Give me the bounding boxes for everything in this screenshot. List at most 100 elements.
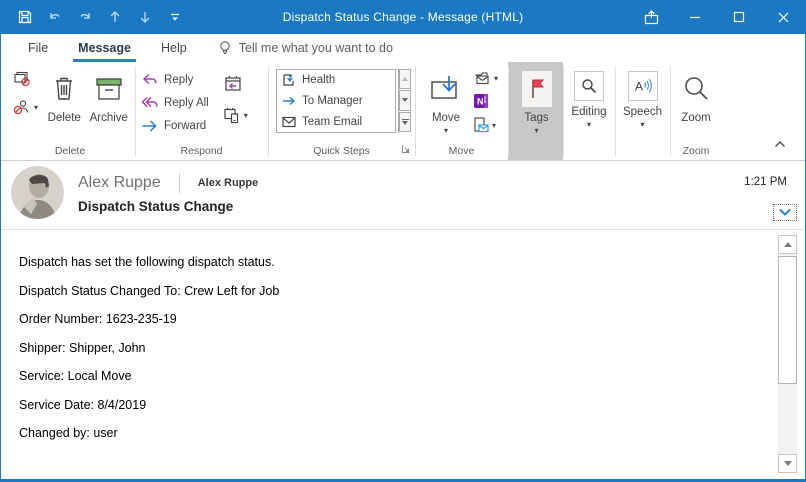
delete-button[interactable]: Delete: [42, 67, 86, 142]
speech-button[interactable]: A Speech ▾: [619, 67, 666, 142]
ribbon: ▾ Delete Archive Delete: [1, 62, 805, 161]
read-aloud-icon: A: [633, 77, 653, 95]
editing-dropdown-caret: ▾: [587, 121, 591, 129]
expand-header-button[interactable]: [773, 204, 797, 221]
body-line: Dispatch Status Changed To: Crew Left fo…: [19, 285, 765, 298]
ribbon-group-zoom: Zoom Zoom: [670, 62, 722, 160]
next-item-icon[interactable]: [133, 5, 157, 29]
more-respond-actions-icon[interactable]: ▾: [223, 107, 248, 124]
quick-step-team-email[interactable]: Team Email: [277, 111, 395, 132]
maximize-icon[interactable]: [717, 0, 761, 34]
zoom-button[interactable]: Zoom: [674, 67, 718, 142]
svg-text:A: A: [635, 80, 643, 94]
body-line: Dispatch has set the following dispatch …: [19, 256, 765, 269]
tags-button[interactable]: Tags ▾: [515, 67, 559, 142]
quick-steps-more-button[interactable]: [399, 112, 411, 132]
lightbulb-icon: [218, 40, 232, 56]
tab-help[interactable]: Help: [146, 34, 202, 62]
quick-steps-dialog-launcher-icon[interactable]: [401, 144, 411, 157]
tab-message[interactable]: Message: [63, 34, 146, 62]
speech-group-label: [615, 142, 670, 160]
redo-icon[interactable]: [73, 5, 97, 29]
ribbon-group-delete: ▾ Delete Archive Delete: [5, 62, 135, 160]
reply-button[interactable]: Reply: [141, 71, 209, 89]
rules-icon[interactable]: ▾: [473, 71, 498, 85]
reply-all-icon: [141, 96, 158, 110]
rules-caret: ▾: [494, 74, 498, 83]
move-button-label: Move: [432, 112, 460, 125]
meeting-icon[interactable]: [223, 75, 248, 93]
tell-me-box[interactable]: Tell me what you want to do: [218, 34, 393, 62]
editing-find-icon: [580, 77, 598, 95]
more-respond-caret: ▾: [244, 111, 248, 120]
sender-name-small[interactable]: Alex Ruppe: [198, 177, 259, 189]
quick-step-to-manager[interactable]: To Manager: [277, 91, 395, 112]
forward-label: Forward: [164, 120, 206, 132]
respond-group-label: Respond: [135, 142, 268, 160]
collapse-ribbon-icon[interactable]: [773, 136, 787, 154]
ribbon-group-tags: Tags ▾: [508, 62, 563, 160]
quick-steps-scroll: [398, 69, 411, 133]
popout-icon[interactable]: [629, 0, 673, 34]
message-actions-icon[interactable]: ▾: [473, 117, 498, 133]
move-group-label: Move: [415, 142, 508, 160]
scroll-up-button[interactable]: [778, 235, 797, 254]
body-line: Service: Local Move: [19, 370, 765, 383]
ribbon-group-editing: Editing ▾: [563, 62, 615, 160]
move-button[interactable]: Move ▾: [421, 67, 471, 142]
previous-item-icon[interactable]: [103, 5, 127, 29]
archive-button-label: Archive: [90, 112, 128, 125]
ignore-icon[interactable]: [13, 71, 38, 87]
svg-text:N: N: [477, 97, 484, 107]
junk-dropdown-caret: ▾: [34, 103, 38, 112]
save-icon[interactable]: [13, 5, 37, 29]
onenote-icon[interactable]: N ▾: [473, 93, 498, 109]
ribbon-tab-row: File Message Help Tell me what you want …: [1, 34, 805, 62]
archive-icon: [94, 71, 124, 107]
junk-icon[interactable]: ▾: [13, 99, 38, 115]
tab-file[interactable]: File: [13, 34, 63, 62]
scroll-down-button[interactable]: [778, 454, 797, 473]
minimize-icon[interactable]: [673, 0, 717, 34]
forward-button[interactable]: Forward: [141, 117, 209, 135]
move-to-folder-icon: [282, 73, 296, 87]
scrollbar-track[interactable]: [778, 384, 797, 454]
actions-caret: ▾: [492, 121, 496, 130]
editing-button[interactable]: Editing ▾: [567, 67, 611, 142]
email-icon: [282, 116, 296, 128]
speech-dropdown-caret: ▾: [640, 121, 644, 129]
customize-qat-icon[interactable]: [163, 5, 187, 29]
body-line: Service Date: 8/4/2019: [19, 399, 765, 412]
quick-steps-scroll-up[interactable]: [399, 69, 411, 89]
message-time: 1:21 PM: [744, 176, 787, 188]
archive-button[interactable]: Archive: [87, 67, 131, 142]
quick-steps-label-text: Quick Steps: [313, 145, 370, 157]
close-icon[interactable]: [761, 0, 805, 34]
tags-group-label: [508, 142, 563, 160]
quick-step-health[interactable]: Health: [277, 70, 395, 91]
sender-avatar[interactable]: [11, 166, 64, 219]
editing-group-label: [563, 142, 615, 160]
zoom-group-label: Zoom: [670, 142, 722, 160]
vertical-scrollbar[interactable]: [778, 235, 797, 473]
quick-steps-scroll-down[interactable]: [399, 90, 411, 110]
message-body: Dispatch has set the following dispatch …: [1, 230, 805, 479]
move-icon: [429, 71, 463, 107]
scrollbar-thumb[interactable]: [778, 256, 797, 384]
quick-step-label: Health: [302, 74, 335, 86]
zoom-icon: [681, 74, 711, 104]
ribbon-group-respond: Reply Reply All Forward: [135, 62, 268, 160]
flag-icon: [527, 78, 547, 100]
undo-icon[interactable]: [43, 5, 67, 29]
delete-group-label: Delete: [5, 142, 135, 160]
message-header: Alex Ruppe Alex Ruppe Dispatch Status Ch…: [1, 161, 805, 230]
tell-me-label: Tell me what you want to do: [239, 41, 393, 55]
sender-name[interactable]: Alex Ruppe: [78, 174, 161, 192]
forward-arrow-icon: [282, 94, 296, 108]
reply-all-label: Reply All: [164, 97, 209, 109]
tags-dropdown-caret: ▾: [534, 127, 538, 135]
reply-label: Reply: [164, 74, 193, 86]
message-subject: Dispatch Status Change: [78, 199, 233, 214]
reply-all-button[interactable]: Reply All: [141, 94, 209, 112]
body-line: Changed by: user: [19, 427, 765, 440]
